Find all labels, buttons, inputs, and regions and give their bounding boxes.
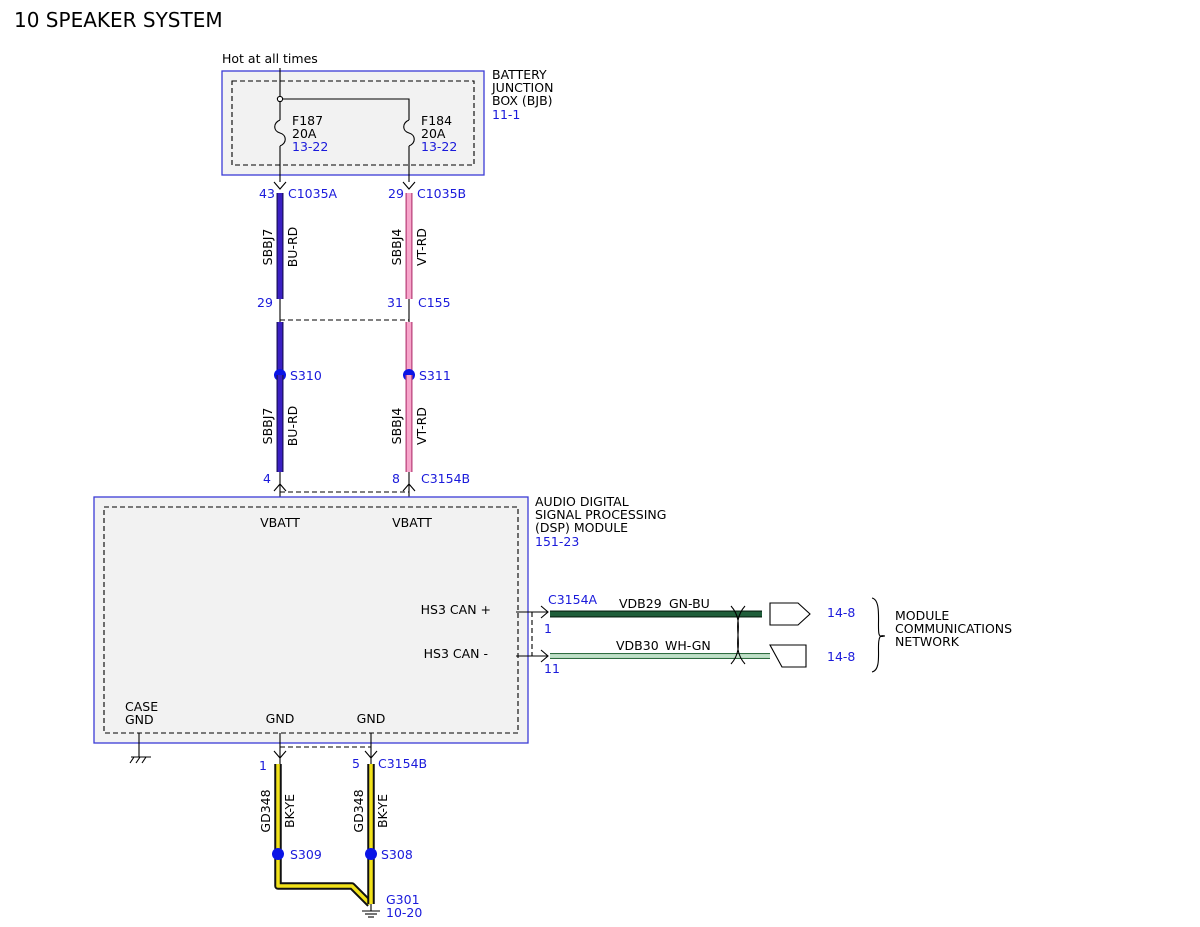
dsp-case-gnd-line2: GND bbox=[125, 712, 154, 727]
bjb-ref[interactable]: 11-1 bbox=[492, 107, 520, 122]
network-brace bbox=[871, 597, 886, 673]
ground-g301-icon bbox=[362, 904, 380, 918]
battery-junction-box: BATTERY JUNCTION BOX (BJB) 11-1 bbox=[221, 67, 553, 176]
fuse-f184-ref[interactable]: 13-22 bbox=[421, 139, 457, 154]
wire-sbbj7-lower: SBBJ7 BU-RD bbox=[260, 375, 300, 472]
c1035b-pin: 29 bbox=[388, 186, 404, 201]
splice-s310-label: S310 bbox=[290, 368, 322, 383]
can-minus-pin: 11 bbox=[544, 661, 560, 676]
dsp-module: AUDIO DIGITAL SIGNAL PROCESSING (DSP) MO… bbox=[93, 494, 666, 744]
wire-vdb29-color: GN-BU bbox=[669, 596, 710, 611]
dsp-ref[interactable]: 151-23 bbox=[535, 534, 579, 549]
wire-sbbj4-upper-circuit: SBBJ4 bbox=[389, 229, 404, 266]
wiring-diagram: 10 SPEAKER SYSTEM BATTERY JUNCTION BOX (… bbox=[14, 8, 1012, 920]
feed-junction bbox=[276, 95, 284, 103]
hot-at-all-times-label: Hot at all times bbox=[222, 51, 318, 66]
wire-sbbj7-upper: SBBJ7 BU-RD bbox=[260, 193, 300, 299]
ground-g301-ref[interactable]: 10-20 bbox=[386, 905, 422, 920]
wire-sbbj7-upper-circuit: SBBJ7 bbox=[260, 229, 275, 266]
splice-s309-label: S309 bbox=[290, 847, 322, 862]
c1035b-label: C1035B bbox=[417, 186, 466, 201]
c3154b-bottom-label: C3154B bbox=[378, 756, 427, 771]
dsp-can-plus-label: HS3 CAN + bbox=[421, 602, 491, 617]
wire-gd348-right-circuit: GD348 bbox=[351, 789, 366, 832]
wire-sbbj4-upper-color: VT-RD bbox=[414, 228, 429, 266]
wire-sbbj4-lower-color: VT-RD bbox=[414, 407, 429, 445]
dsp-can-minus-label: HS3 CAN - bbox=[424, 646, 488, 661]
can-plus-pin: 1 bbox=[544, 621, 552, 636]
fuse-f187-ref[interactable]: 13-22 bbox=[292, 139, 328, 154]
wire-gd348-right-color: BK-YE bbox=[375, 794, 390, 828]
dsp-vbatt-left: VBATT bbox=[260, 515, 300, 530]
splice-s308 bbox=[365, 848, 377, 860]
splice-s308-label: S308 bbox=[381, 847, 413, 862]
wire-sbbj4-upper: SBBJ4 VT-RD bbox=[389, 193, 429, 299]
c1035a-arrow bbox=[273, 181, 287, 190]
page-title: 10 SPEAKER SYSTEM bbox=[14, 8, 223, 32]
wire-gd348-left: GD348 BK-YE bbox=[258, 764, 373, 907]
c3154b-top-label: C3154B bbox=[421, 471, 470, 486]
c3154b-top-left-pin: 4 bbox=[263, 471, 271, 486]
c1035a-label: C1035A bbox=[288, 186, 338, 201]
c1035b-arrow bbox=[402, 181, 416, 190]
c155-left-pin: 29 bbox=[257, 295, 273, 310]
can-bus: C3154A 1 11 VDB29 GN-BU VDB30 WH-GN 14-8… bbox=[516, 592, 1012, 676]
c3154a-label: C3154A bbox=[548, 592, 598, 607]
dsp-gnd-right: GND bbox=[357, 711, 386, 726]
can-plus-continuation-icon[interactable] bbox=[769, 602, 811, 626]
dsp-vbatt-right: VBATT bbox=[392, 515, 432, 530]
c3154b-bottom-right-pin: 5 bbox=[352, 756, 360, 771]
splice-s311-label: S311 bbox=[419, 368, 451, 383]
wire-sbbj7-lower-circuit: SBBJ7 bbox=[260, 408, 275, 445]
c3154b-bottom-left-pin: 1 bbox=[259, 758, 267, 773]
wire-vdb30-color: WH-GN bbox=[665, 638, 711, 653]
network-label-line3: NETWORK bbox=[895, 634, 960, 649]
wire-sbbj4-lower-circuit: SBBJ4 bbox=[389, 408, 404, 445]
wire-sbbj7-lower-color: BU-RD bbox=[285, 406, 300, 447]
can-plus-ref[interactable]: 14-8 bbox=[827, 605, 855, 620]
c1035a-pin: 43 bbox=[259, 186, 275, 201]
dsp-outline bbox=[93, 496, 529, 744]
wire-gd348-right: GD348 BK-YE bbox=[351, 764, 390, 904]
wire-gd348-left-circuit: GD348 bbox=[258, 789, 273, 832]
bjb-name-line3: BOX (BJB) bbox=[492, 93, 553, 108]
connector-c155: 29 31 C155 bbox=[257, 295, 451, 322]
can-minus-continuation-icon[interactable] bbox=[769, 644, 807, 668]
c3154b-top-right-pin: 8 bbox=[392, 471, 400, 486]
wire-sbbj7-upper-color: BU-RD bbox=[285, 227, 300, 268]
can-minus-ref[interactable]: 14-8 bbox=[827, 649, 855, 664]
wire-vdb29-circuit: VDB29 bbox=[619, 596, 662, 611]
c155-label: C155 bbox=[418, 295, 451, 310]
wire-vdb30-circuit: VDB30 bbox=[616, 638, 659, 653]
dsp-name-line3: (DSP) MODULE bbox=[535, 520, 628, 535]
dsp-gnd-left: GND bbox=[266, 711, 295, 726]
c155-right-pin: 31 bbox=[387, 295, 403, 310]
wire-sbbj4-lower: SBBJ4 VT-RD bbox=[389, 375, 429, 472]
wire-gd348-left-color: BK-YE bbox=[282, 794, 297, 828]
splice-s309 bbox=[272, 848, 284, 860]
